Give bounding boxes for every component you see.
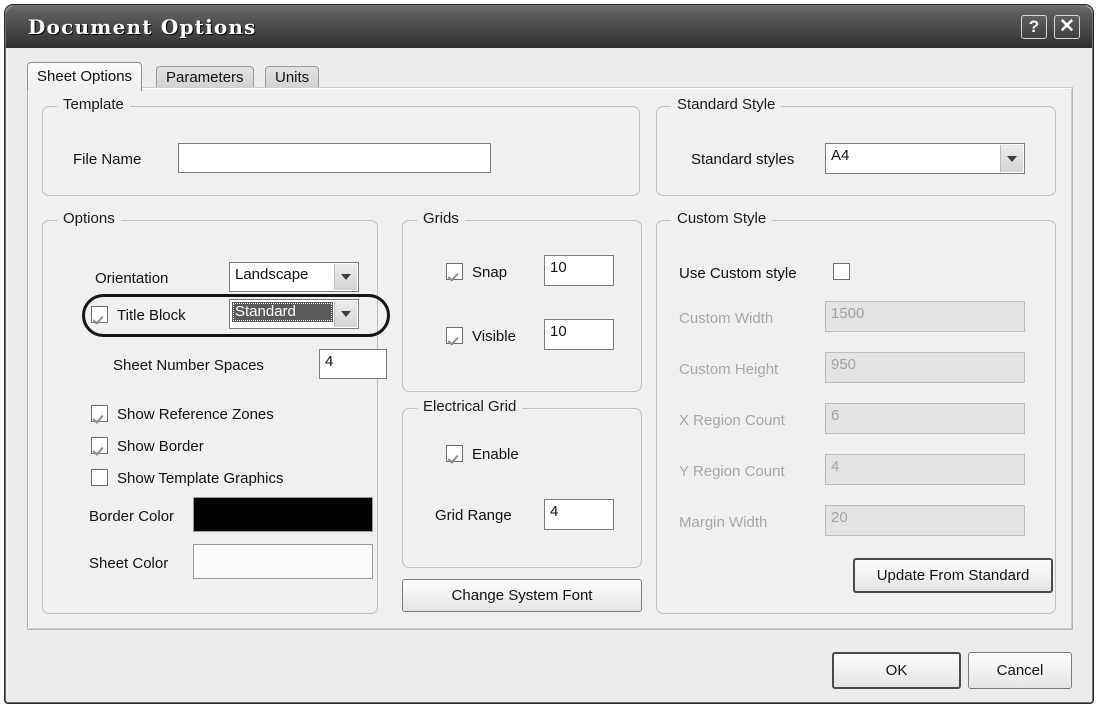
- y-region-count-label: Y Region Count: [679, 463, 785, 480]
- chevron-down-icon[interactable]: [334, 301, 357, 327]
- update-from-standard-button[interactable]: Update From Standard: [853, 558, 1053, 593]
- electrical-grid-group: Electrical Grid Enable Grid Range 4: [402, 398, 642, 568]
- y-region-count-input[interactable]: 4: [825, 454, 1025, 485]
- tab-sheet-options[interactable]: Sheet Options: [27, 62, 143, 91]
- margin-width-label: Margin Width: [679, 514, 768, 531]
- change-system-font-button[interactable]: Change System Font: [402, 579, 642, 612]
- custom-width-label: Custom Width: [679, 310, 774, 327]
- orientation-label: Orientation: [95, 270, 169, 287]
- sheet-number-spaces-label: Sheet Number Spaces: [113, 357, 264, 374]
- custom-height-label: Custom Height: [679, 361, 779, 378]
- ok-button[interactable]: OK: [832, 652, 961, 689]
- title-block-checkbox[interactable]: [91, 306, 108, 323]
- title-block-label: Title Block: [117, 307, 186, 324]
- show-border-label: Show Border: [117, 438, 204, 455]
- custom-width-input[interactable]: 1500: [825, 301, 1025, 332]
- tab-parameters[interactable]: Parameters: [156, 66, 254, 88]
- tab-units[interactable]: Units: [265, 66, 320, 88]
- enable-checkbox[interactable]: [446, 445, 463, 462]
- show-reference-zones-checkbox[interactable]: [91, 405, 108, 422]
- show-reference-zones-label: Show Reference Zones: [117, 406, 274, 423]
- close-icon[interactable]: ✕: [1054, 15, 1080, 39]
- file-name-label: File Name: [73, 151, 142, 168]
- x-region-count-label: X Region Count: [679, 412, 785, 429]
- cancel-button[interactable]: Cancel: [968, 652, 1072, 689]
- standard-styles-value: A4: [831, 147, 850, 164]
- standard-style-group-label: Standard Style: [671, 96, 782, 113]
- border-color-label: Border Color: [89, 508, 175, 525]
- margin-width-input[interactable]: 20: [825, 505, 1025, 536]
- chevron-down-icon[interactable]: [1000, 145, 1023, 172]
- tab-strip: Sheet Options Parameters Units: [27, 62, 1073, 91]
- custom-height-input[interactable]: 950: [825, 352, 1025, 383]
- snap-checkbox[interactable]: [446, 263, 463, 280]
- visible-label: Visible: [472, 328, 516, 345]
- use-custom-style-checkbox[interactable]: [833, 263, 850, 280]
- sheet-color-swatch[interactable]: [193, 544, 373, 579]
- enable-label: Enable: [472, 446, 519, 463]
- electrical-grid-group-label: Electrical Grid: [417, 398, 523, 415]
- options-group-label: Options: [57, 210, 121, 227]
- visible-checkbox[interactable]: [446, 327, 463, 344]
- orientation-combobox[interactable]: Landscape: [229, 262, 359, 292]
- help-icon[interactable]: ?: [1021, 15, 1047, 39]
- border-color-swatch[interactable]: [193, 497, 373, 532]
- grid-range-input[interactable]: 4: [544, 499, 614, 530]
- custom-style-group-label: Custom Style: [671, 210, 773, 227]
- standard-styles-label: Standard styles: [691, 151, 795, 168]
- options-group: Options Orientation Landscape Title Bloc…: [42, 210, 387, 614]
- standard-style-group: Standard Style Standard styles A4: [656, 96, 1056, 196]
- sheet-options-panel: Template File Name Options Orientation L…: [27, 87, 1073, 630]
- title-block-value: Standard: [232, 302, 333, 322]
- title-block-combobox[interactable]: Standard: [229, 299, 359, 329]
- grids-group-label: Grids: [417, 210, 465, 227]
- show-template-graphics-label: Show Template Graphics: [117, 470, 284, 487]
- snap-input[interactable]: 10: [544, 255, 614, 286]
- grid-range-label: Grid Range: [435, 507, 512, 524]
- title-bar: Document Options ? ✕: [6, 6, 1092, 48]
- template-group-label: Template: [57, 96, 130, 113]
- file-name-input[interactable]: [178, 143, 491, 173]
- document-options-dialog: Document Options ? ✕ Sheet Options Param…: [4, 4, 1094, 704]
- orientation-value: Landscape: [235, 266, 309, 283]
- grids-group: Grids Snap 10 Visible 10: [402, 210, 642, 392]
- custom-style-group: Custom Style Use Custom style Custom Wid…: [656, 210, 1056, 614]
- use-custom-style-label: Use Custom style: [679, 265, 797, 282]
- sheet-color-label: Sheet Color: [89, 555, 169, 572]
- chevron-down-icon[interactable]: [334, 264, 357, 290]
- show-template-graphics-checkbox[interactable]: [91, 469, 108, 486]
- standard-styles-combobox[interactable]: A4: [825, 143, 1025, 174]
- visible-input[interactable]: 10: [544, 319, 614, 350]
- snap-label: Snap: [472, 264, 508, 281]
- x-region-count-input[interactable]: 6: [825, 403, 1025, 434]
- window-title: Document Options: [28, 15, 257, 39]
- sheet-number-spaces-input[interactable]: 4: [319, 349, 387, 379]
- show-border-checkbox[interactable]: [91, 437, 108, 454]
- template-group: Template File Name: [42, 96, 640, 196]
